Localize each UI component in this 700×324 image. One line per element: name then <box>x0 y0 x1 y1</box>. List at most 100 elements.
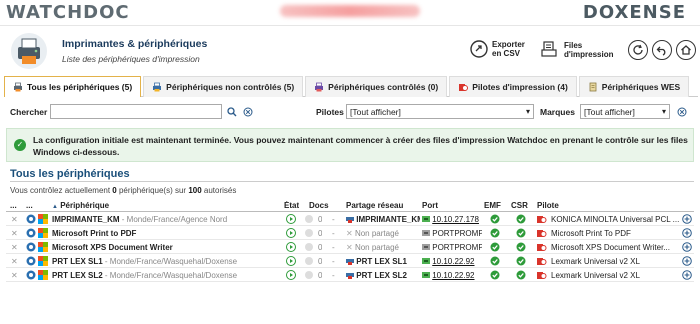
color-printer-icon <box>38 242 48 252</box>
print-queues-label: Files d'impression <box>564 41 614 59</box>
csr-check-icon[interactable] <box>516 228 526 238</box>
remove-icon[interactable]: ✕ <box>11 257 18 266</box>
add-icon[interactable] <box>682 242 692 252</box>
share-cell: PRT LEX SL2 <box>346 271 420 280</box>
print-queues-button[interactable]: Files d'impression <box>540 40 614 60</box>
csr-check-icon[interactable] <box>516 256 526 266</box>
drivers-filter-select[interactable]: [Tout afficher] ▾ <box>346 104 534 119</box>
share-cell: ✕ Non partagé <box>346 229 420 238</box>
csr-check-icon[interactable] <box>516 214 526 224</box>
play-state-icon[interactable] <box>286 214 296 224</box>
search-input[interactable] <box>50 104 222 119</box>
back-button[interactable] <box>652 40 672 60</box>
tab-bar: Tous les périphériques (5) Périphériques… <box>4 76 698 97</box>
table-row[interactable]: ✕ Microsoft XPS Document Writer 0 - ✕ No… <box>6 240 694 254</box>
csr-check-icon[interactable] <box>516 270 526 280</box>
top-bar: WATCHDOC DOXENSE <box>0 0 700 26</box>
play-state-icon[interactable] <box>286 228 296 238</box>
col-header-device[interactable]: ▲ Périphérique <box>52 201 109 210</box>
play-state-icon[interactable] <box>286 242 296 252</box>
remove-icon[interactable]: ✕ <box>11 215 18 224</box>
license-quota: Vous contrôlez actuellement 0 périphériq… <box>10 186 236 195</box>
local-port-icon <box>422 230 430 236</box>
col-header-driver[interactable]: Pilote <box>537 201 559 210</box>
port-value[interactable]: 10.10.27.178 <box>432 215 479 224</box>
csr-check-icon[interactable] <box>516 242 526 252</box>
sort-asc-icon: ▲ <box>52 204 58 210</box>
device-name-cell[interactable]: PRT LEX SL1 - Monde/France/Wasquehal/Dox… <box>52 257 280 266</box>
home-button[interactable] <box>676 40 696 60</box>
docs-separator-icon: - <box>332 215 335 224</box>
tab-print-drivers[interactable]: Pilotes d'impression (4) <box>449 76 577 97</box>
export-csv-button[interactable]: Exporter en CSV <box>470 40 528 58</box>
export-csv-label: Exporter en CSV <box>492 40 525 58</box>
port-value: PORTPROMPT: <box>432 229 482 238</box>
emf-check-icon[interactable] <box>490 256 500 266</box>
col-header-icons[interactable]: ... <box>26 201 33 210</box>
device-name-cell[interactable]: PRT LEX SL2 - Monde/France/Wasquehal/Dox… <box>52 271 280 280</box>
device-path: - Monde/France/Agence Nord <box>119 215 228 224</box>
color-printer-icon <box>38 228 48 238</box>
devices-table: ... ... ▲ Périphérique État Docs Partage… <box>6 198 694 282</box>
table-row[interactable]: ✕ Microsoft Print to PDF 0 - ✕ Non parta… <box>6 226 694 240</box>
shared-printer-icon <box>346 259 354 265</box>
device-type-icon <box>26 228 36 238</box>
emf-check-icon[interactable] <box>490 214 500 224</box>
add-icon[interactable] <box>682 256 692 266</box>
table-row[interactable]: ✕ PRT LEX SL1 - Monde/France/Wasquehal/D… <box>6 254 694 268</box>
filter-bar: Chercher Pilotes [Tout afficher] ▾ Marqu… <box>0 103 700 123</box>
docs-count: 0 <box>318 243 323 252</box>
port-value[interactable]: 10.10.22.92 <box>432 271 474 280</box>
driver-icon <box>537 216 547 223</box>
add-icon[interactable] <box>682 270 692 280</box>
col-header-docs[interactable]: Docs <box>309 201 329 210</box>
emf-check-icon[interactable] <box>490 270 500 280</box>
add-icon[interactable] <box>682 228 692 238</box>
table-row[interactable]: ✕ PRT LEX SL2 - Monde/France/Wasquehal/D… <box>6 268 694 282</box>
quota-suffix: autorisés <box>201 186 237 195</box>
table-header: ... ... ▲ Périphérique État Docs Partage… <box>6 198 694 212</box>
tab-label: Pilotes d'impression (4) <box>472 82 568 92</box>
col-header-state[interactable]: État <box>284 201 299 210</box>
page-title: Imprimantes & périphériques <box>62 38 208 50</box>
play-state-icon[interactable] <box>286 256 296 266</box>
quota-max: 100 <box>188 186 202 195</box>
col-header-port[interactable]: Port <box>422 201 438 210</box>
search-label: Chercher <box>10 107 48 117</box>
col-header-actions[interactable]: ... <box>10 201 17 210</box>
chevron-down-icon: ▾ <box>661 107 666 116</box>
emf-check-icon[interactable] <box>490 242 500 252</box>
device-name-cell[interactable]: Microsoft XPS Document Writer <box>52 243 280 252</box>
tab-wes-devices[interactable]: Périphériques WES <box>578 76 690 97</box>
check-circle-icon: ✓ <box>14 139 26 151</box>
remove-icon[interactable]: ✕ <box>11 271 18 280</box>
driver-icon <box>459 84 469 91</box>
device-name-cell[interactable]: IMPRIMANTE_KM - Monde/France/Agence Nord <box>52 215 280 224</box>
brands-filter-label: Marques <box>540 107 575 117</box>
brands-filter-select[interactable]: [Tout afficher] ▾ <box>580 104 670 119</box>
port-value[interactable]: 10.10.22.92 <box>432 257 474 266</box>
clear-filters-icon[interactable] <box>677 107 687 117</box>
col-header-emf[interactable]: EMF <box>484 201 501 210</box>
device-name-cell[interactable]: Microsoft Print to PDF <box>52 229 280 238</box>
search-icon[interactable] <box>227 107 237 117</box>
play-state-icon[interactable] <box>286 270 296 280</box>
driver-name: Microsoft Print To PDF <box>551 229 631 238</box>
remove-icon[interactable]: ✕ <box>11 243 18 252</box>
emf-check-icon[interactable] <box>490 228 500 238</box>
clear-search-icon[interactable] <box>243 107 253 117</box>
col-header-csr[interactable]: CSR <box>511 201 528 210</box>
tab-controlled-devices[interactable]: Périphériques contrôlés (0) <box>305 76 448 97</box>
remove-icon[interactable]: ✕ <box>11 229 18 238</box>
setup-complete-notice: ✓ La configuration initiale est maintena… <box>6 128 694 162</box>
tab-label: Tous les périphériques (5) <box>27 82 133 92</box>
col-header-share[interactable]: Partage réseau <box>346 201 403 210</box>
refresh-button[interactable] <box>628 40 648 60</box>
tab-all-devices[interactable]: Tous les périphériques (5) <box>4 76 142 97</box>
tab-uncontrolled-devices[interactable]: Périphériques non contrôlés (5) <box>143 76 304 97</box>
page-header: Imprimantes & périphériques Liste des pé… <box>0 27 700 74</box>
table-row[interactable]: ✕ IMPRIMANTE_KM - Monde/France/Agence No… <box>6 212 694 226</box>
share-name: Non partagé <box>354 243 399 252</box>
driver-icon <box>537 244 547 251</box>
add-icon[interactable] <box>682 214 692 224</box>
